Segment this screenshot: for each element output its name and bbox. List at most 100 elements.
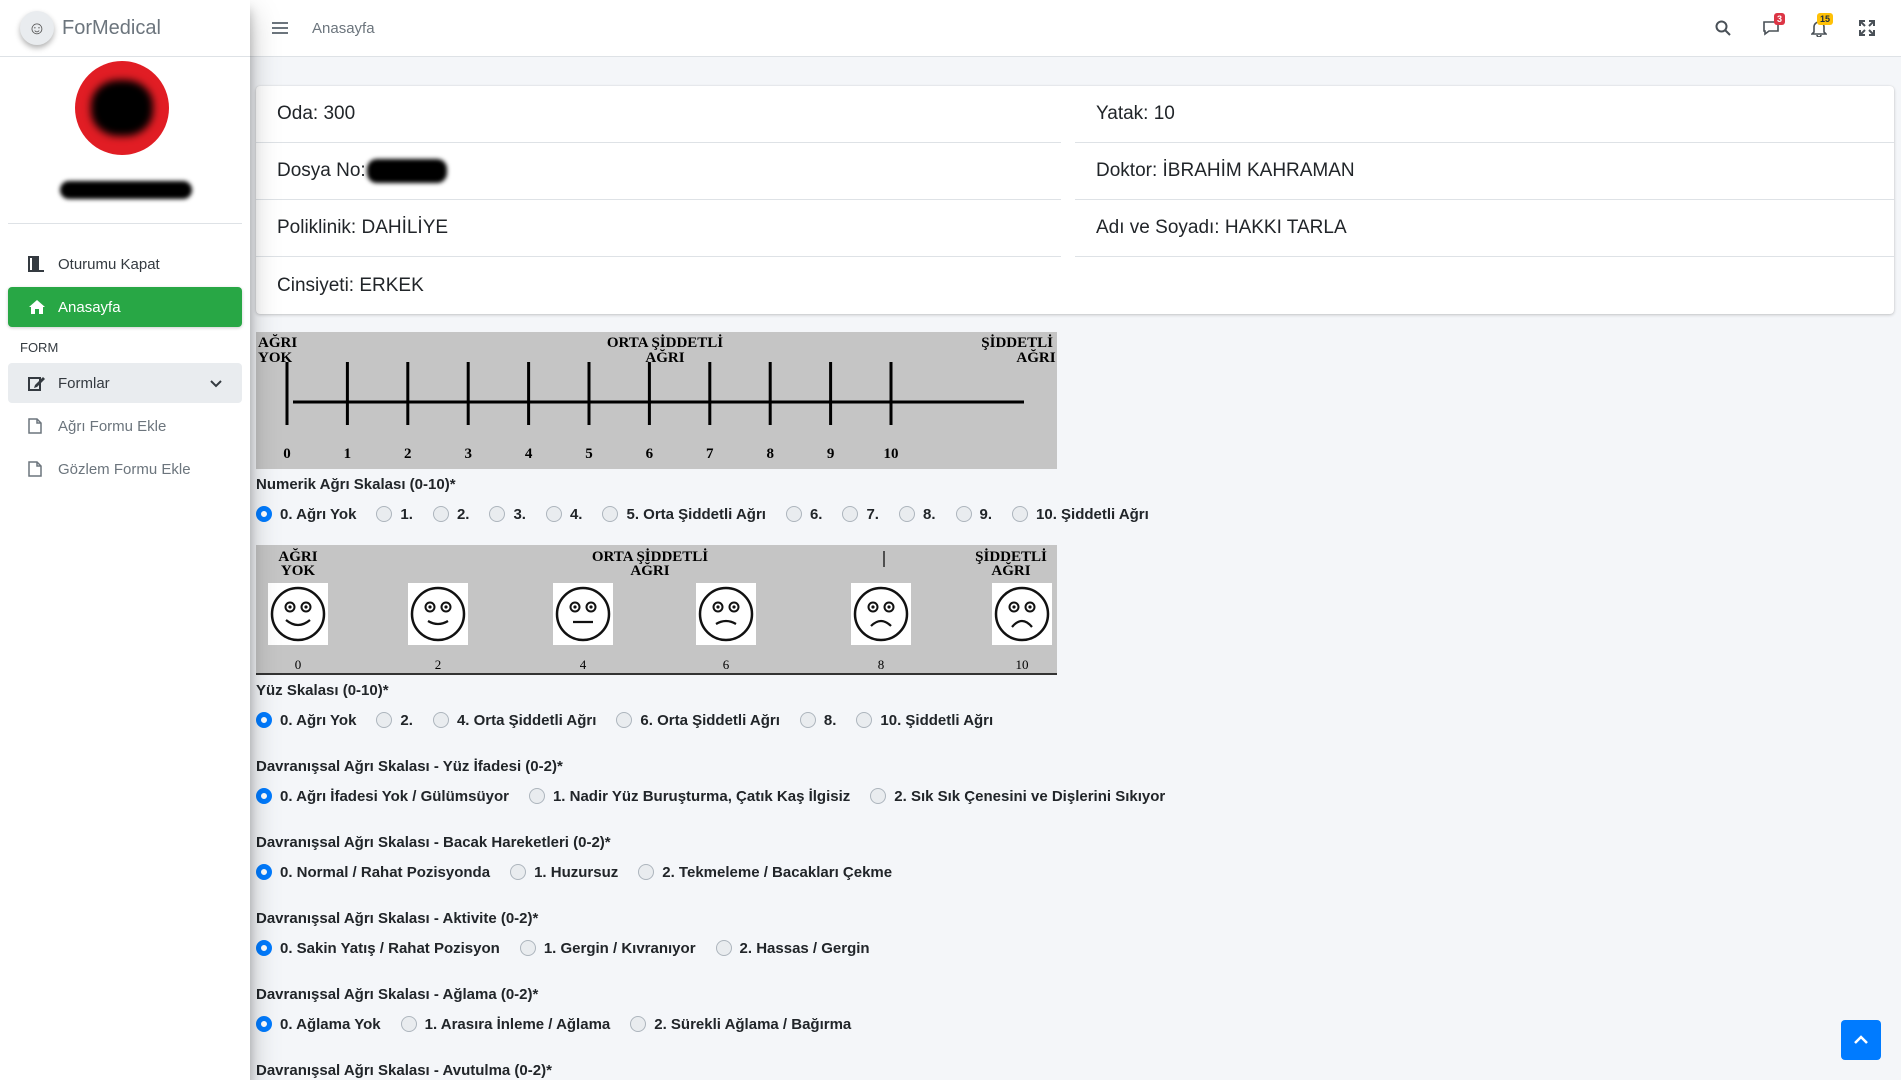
radio-option[interactable]: 2.	[376, 712, 413, 729]
radio-option[interactable]: 6.	[785, 506, 822, 523]
radio-option[interactable]: 6. Orta Şiddetli Ağrı	[616, 711, 780, 729]
radio-button[interactable]	[489, 506, 506, 522]
radio-button[interactable]	[955, 506, 972, 522]
radio-button[interactable]	[638, 864, 655, 880]
radio-button[interactable]	[400, 1016, 417, 1032]
radio-button[interactable]	[799, 712, 816, 728]
radio-button[interactable]	[842, 506, 859, 522]
face-label-severe-bottom: AĞRI	[991, 562, 1030, 579]
menu-toggle-button[interactable]	[272, 21, 288, 35]
sidebar-nav: Oturumu Kapat Anasayfa FORM Formlar Ağrı…	[0, 224, 250, 489]
scale-tick-label: 3	[464, 446, 472, 462]
notifications-button[interactable]: 15	[1795, 8, 1843, 48]
radio-button[interactable]	[528, 788, 545, 804]
radio-option[interactable]: 3.	[489, 506, 526, 523]
radio-option[interactable]: 10. Şiddetli Ağrı	[856, 712, 993, 729]
radio-button[interactable]	[256, 506, 272, 522]
avatar	[75, 61, 169, 155]
radio-option[interactable]: 7.	[842, 506, 879, 523]
radio-label: 5. Orta Şiddetli Ağrı	[626, 505, 766, 523]
radio-label: 1. Arasıra İnleme / Ağlama	[424, 1015, 611, 1033]
radio-button[interactable]	[630, 1016, 647, 1032]
question-label: Davranışsal Ağrı Skalası - Bacak Hareket…	[256, 834, 611, 851]
radio-label: 2. Hassas / Gergin	[739, 939, 870, 957]
radio-button[interactable]	[898, 506, 915, 522]
radio-option[interactable]: 9.	[955, 506, 992, 523]
radio-button[interactable]	[510, 864, 527, 880]
radio-option[interactable]: 2.	[432, 506, 469, 523]
radio-option[interactable]: 0. Sakin Yatış / Rahat Pozisyon	[256, 940, 500, 957]
sidebar-item-pain-form[interactable]: Ağrı Formu Ekle	[8, 406, 242, 446]
file-icon	[28, 418, 50, 434]
bed-info: Yatak: 10	[1075, 86, 1894, 143]
radio-button[interactable]	[256, 712, 272, 728]
radio-option[interactable]: 2. Sık Sık Çenesini ve Dişlerini Sıkıyor	[870, 788, 1165, 805]
radio-option[interactable]: 1.	[376, 506, 413, 523]
radio-label: 0. Normal / Rahat Pozisyonda	[280, 863, 491, 881]
doctor-info: Doktor: İBRAHİM KAHRAMAN	[1075, 143, 1894, 200]
radio-button[interactable]	[715, 940, 732, 956]
sidebar-item-observation-form[interactable]: Gözlem Formu Ekle	[8, 449, 242, 489]
radio-button[interactable]	[432, 712, 449, 728]
radio-option[interactable]: 0. Ağrı İfadesi Yok / Gülümsüyor	[256, 788, 509, 805]
brand[interactable]: ☺ ForMedical	[0, 0, 250, 57]
radio-option[interactable]: 0. Normal / Rahat Pozisyonda	[256, 864, 490, 881]
patient-name-info: Adı ve Soyadı: HAKKI TARLA	[1075, 200, 1894, 257]
radio-label: 4.	[569, 505, 583, 523]
radio-button[interactable]	[1012, 506, 1029, 522]
radio-option[interactable]: 1. Gergin / Kıvranıyor	[519, 940, 696, 957]
radio-option[interactable]: 4. Orta Şiddetli Ağrı	[432, 712, 596, 729]
numeric-pain-scale-image: AĞRI YOK ORTA ŞİDDETLİ AĞRI ŞİDDETLİ AĞR…	[256, 332, 1057, 469]
sidebar-item-logout[interactable]: Oturumu Kapat	[8, 244, 242, 284]
radio-button[interactable]	[602, 506, 619, 522]
radio-option[interactable]: 4.	[545, 505, 583, 523]
scale-tick-label: 0	[283, 446, 291, 462]
radio-button[interactable]	[376, 506, 393, 522]
scroll-to-top-button[interactable]	[1841, 1020, 1881, 1060]
door-exit-icon	[28, 256, 50, 272]
radio-option[interactable]: 5. Orta Şiddetli Ağrı	[602, 505, 766, 523]
fullscreen-button[interactable]	[1843, 8, 1891, 48]
radio-button[interactable]	[856, 712, 873, 728]
radio-button[interactable]	[432, 506, 449, 522]
radio-option[interactable]: 1. Nadir Yüz Buruşturma, Çatık Kaş İlgis…	[528, 788, 850, 805]
radio-label: 6. Orta Şiddetli Ağrı	[640, 711, 780, 729]
radio-option[interactable]: 2. Hassas / Gergin	[715, 939, 870, 957]
face-pain-scale-image: AĞRI YOK ORTA ŞİDDETLİ AĞRI ŞİDDETLİ AĞR…	[256, 545, 1057, 675]
sidebar-item-home[interactable]: Anasayfa	[8, 287, 242, 327]
radio-button[interactable]	[256, 1016, 272, 1032]
radio-option[interactable]: 2. Sürekli Ağlama / Bağırma	[630, 1016, 851, 1033]
radio-option[interactable]: 0. Ağlama Yok	[256, 1016, 381, 1033]
radio-button[interactable]	[785, 506, 802, 522]
radio-button[interactable]	[870, 788, 887, 804]
radio-option[interactable]: 2. Tekmeleme / Bacakları Çekme	[638, 864, 892, 881]
radio-button[interactable]	[376, 712, 393, 728]
radio-button[interactable]	[256, 940, 272, 956]
search-button[interactable]	[1699, 8, 1747, 48]
messages-badge: 3	[1773, 13, 1785, 25]
scale-label-severe-top: ŞİDDETLİ	[981, 334, 1053, 351]
radio-button[interactable]	[519, 940, 536, 956]
radio-button[interactable]	[256, 788, 272, 804]
radio-option[interactable]: 1. Huzursuz	[510, 864, 618, 881]
navbar-home-link[interactable]: Anasayfa	[312, 20, 375, 37]
room-info: Oda: 300	[256, 86, 1061, 143]
radio-option[interactable]: 1. Arasıra İnleme / Ağlama	[400, 1015, 611, 1033]
face-scale-label: 8	[878, 657, 885, 672]
radio-option[interactable]: 8.	[898, 506, 936, 523]
user-panel	[8, 57, 242, 224]
file-number-info: Dosya No:	[256, 143, 1061, 200]
scale-tick-label: 2	[404, 446, 412, 462]
sidebar-item-label: Ağrı Formu Ekle	[58, 417, 167, 435]
radio-option[interactable]: 0. Ağrı Yok	[256, 712, 356, 729]
sidebar-item-forms[interactable]: Formlar	[8, 363, 242, 403]
radio-button[interactable]	[256, 864, 272, 880]
radio-button[interactable]	[616, 712, 633, 728]
radio-option[interactable]: 0. Ağrı Yok	[256, 506, 356, 523]
scale-tick-label: 6	[646, 446, 654, 462]
radio-option[interactable]: 10. Şiddetli Ağrı	[1012, 506, 1149, 523]
radio-button[interactable]	[545, 506, 562, 522]
sidebar: ☺ ForMedical Oturumu Kapat Anasayfa FORM…	[0, 0, 250, 1080]
radio-option[interactable]: 8.	[799, 712, 836, 729]
messages-button[interactable]: 3	[1747, 8, 1795, 48]
